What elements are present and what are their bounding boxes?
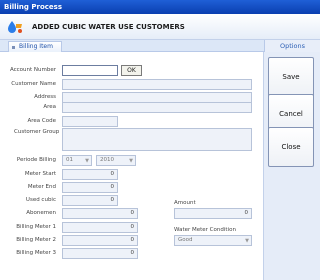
periode-year-value: 2010 — [100, 157, 114, 163]
used-cubic-label: Used cubic — [25, 197, 56, 203]
page-title: ADDED CUBIC WATER USE CUSTOMERS — [32, 23, 185, 31]
meter-start-label: Meter Start — [24, 171, 56, 177]
water-drop-logo-icon — [8, 21, 22, 33]
account-number-label: Account Number — [9, 67, 56, 73]
tab-options[interactable]: Options — [264, 40, 320, 52]
meter-end-label: Meter End — [27, 184, 56, 190]
customer-name-label: Customer Name — [11, 81, 56, 87]
chevron-down-icon: ▼ — [129, 158, 133, 164]
billing-meter-3-label: Billing Meter 3 — [16, 250, 56, 256]
area-field[interactable] — [62, 102, 252, 113]
periode-month-select[interactable]: 01 ▼ — [62, 155, 92, 166]
ok-button[interactable]: OK — [121, 65, 142, 76]
billing-meter-3-field[interactable]: 0 — [62, 248, 138, 259]
periode-month-value: 01 — [66, 157, 73, 163]
amount-field[interactable]: 0 — [174, 208, 252, 219]
tab-bullet-icon — [12, 46, 15, 49]
window-title: Billing Process — [0, 0, 320, 14]
used-cubic-field[interactable]: 0 — [62, 195, 118, 206]
tab-billing-item[interactable]: Billing Item — [8, 41, 62, 52]
tab-billing-item-label: Billing Item — [19, 43, 53, 50]
water-meter-condition-value: Good — [178, 237, 193, 243]
area-code-label: Area Code — [27, 118, 57, 124]
page-header: ADDED CUBIC WATER USE CUSTOMERS — [0, 14, 320, 40]
amount-label: Amount — [174, 200, 196, 206]
area-label: Area — [43, 104, 56, 110]
meter-start-field[interactable]: 0 — [62, 169, 118, 180]
account-number-input[interactable] — [62, 65, 118, 76]
close-button[interactable]: Close — [268, 127, 314, 167]
chevron-down-icon: ▼ — [245, 238, 249, 244]
abonemen-label: Abonemen — [26, 210, 56, 216]
periode-billing-label: Periode Billing — [16, 157, 56, 163]
area-code-field[interactable] — [62, 116, 118, 127]
chevron-down-icon: ▼ — [85, 158, 89, 164]
periode-year-select[interactable]: 2010 ▼ — [96, 155, 136, 166]
abonemen-field[interactable]: 0 — [62, 208, 138, 219]
save-button[interactable]: Save — [268, 57, 314, 97]
address-label: Address — [34, 94, 56, 100]
customer-name-field[interactable] — [62, 79, 252, 90]
tab-strip: Billing Item Options — [0, 40, 320, 52]
water-meter-condition-label: Water Meter Condition — [174, 227, 236, 233]
water-meter-condition-select[interactable]: Good ▼ — [174, 235, 252, 246]
billing-meter-1-field[interactable]: 0 — [62, 222, 138, 233]
customer-group-field[interactable] — [62, 128, 252, 151]
billing-meter-2-label: Billing Meter 2 — [16, 237, 56, 243]
customer-group-label: Customer Group — [14, 129, 60, 135]
billing-meter-2-field[interactable]: 0 — [62, 235, 138, 246]
billing-meter-1-label: Billing Meter 1 — [16, 224, 56, 230]
meter-end-field[interactable]: 0 — [62, 182, 118, 193]
